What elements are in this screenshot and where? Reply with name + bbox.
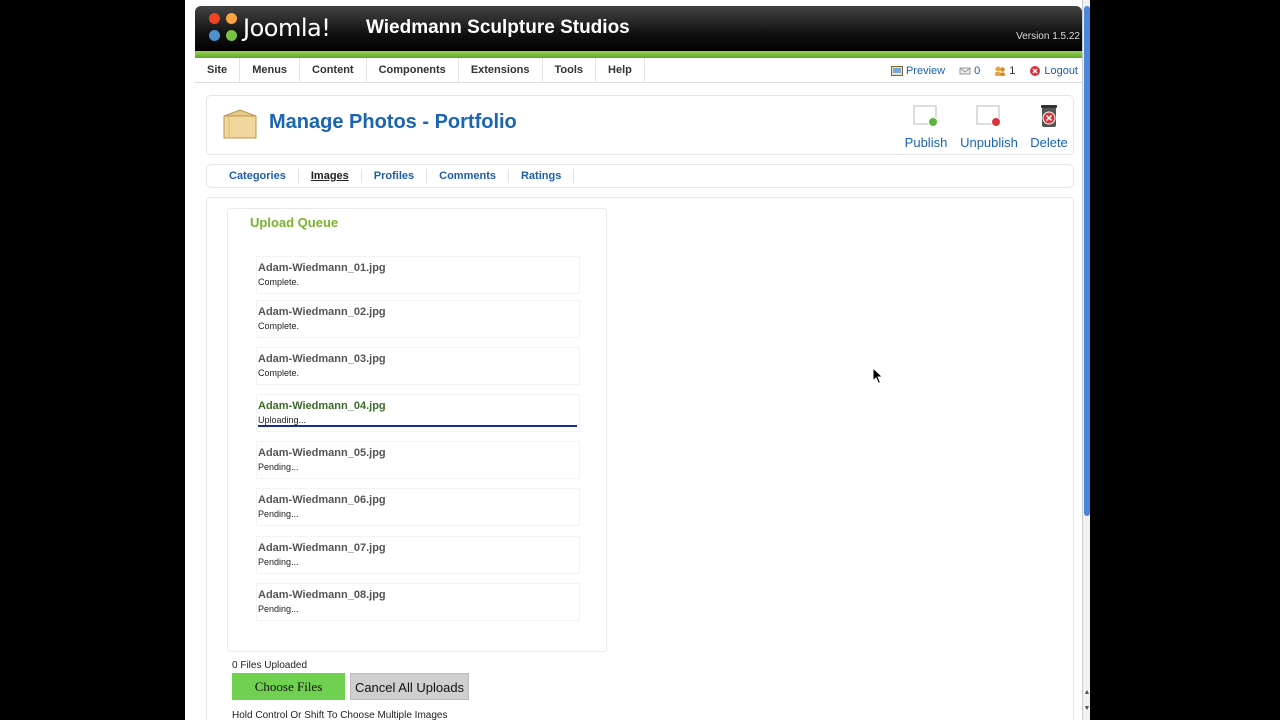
menu-item-components[interactable]: Components (367, 58, 459, 83)
preview-icon (890, 65, 903, 76)
choose-files-button[interactable]: Choose Files (232, 673, 345, 700)
tab-comments[interactable]: Comments (427, 169, 509, 183)
vertical-scrollbar[interactable]: ▲ ▼ (1082, 0, 1090, 720)
mouse-cursor-icon (872, 367, 884, 385)
tab-profiles[interactable]: Profiles (362, 169, 428, 183)
upload-queue: Upload Queue Adam-Wiedmann_01.jpg Complet… (227, 208, 607, 652)
menu-item-content[interactable]: Content (300, 58, 367, 83)
menu-item-help[interactable]: Help (596, 58, 645, 83)
queue-item: Adam-Wiedmann_02.jpg Complete. (256, 300, 580, 338)
queue-item: Adam-Wiedmann_08.jpg Pending... (256, 583, 580, 621)
queue-item: Adam-Wiedmann_05.jpg Pending... (256, 441, 580, 479)
queue-item-status: Complete. (258, 321, 300, 331)
cancel-all-uploads-button[interactable]: Cancel All Uploads (350, 673, 469, 700)
tab-images[interactable]: Images (299, 169, 362, 183)
queue-item: Adam-Wiedmann_07.jpg Pending... (256, 536, 580, 574)
tab-categories[interactable]: Categories (217, 169, 299, 183)
upload-panel: Upload Queue Adam-Wiedmann_01.jpg Complet… (206, 197, 1074, 720)
tab-ratings[interactable]: Ratings (509, 169, 575, 183)
menu-item-site[interactable]: Site (195, 58, 241, 83)
media-box-icon (223, 109, 257, 139)
preview-link[interactable]: Preview (890, 65, 945, 77)
queue-item: Adam-Wiedmann_03.jpg Complete. (256, 347, 580, 385)
queue-item-status: Pending... (258, 604, 299, 614)
toolbar-box: Manage Photos - Portfolio Publish Unpubl… (206, 95, 1074, 155)
queue-item: Adam-Wiedmann_06.jpg Pending... (256, 488, 580, 526)
page-title: Manage Photos - Portfolio (269, 111, 517, 133)
queue-item-filename: Adam-Wiedmann_07.jpg (258, 542, 386, 554)
queue-item-status: Uploading... (258, 415, 307, 425)
queue-item-status: Complete. (258, 368, 300, 378)
joomla-logo: Joomla! (209, 12, 331, 44)
menu-item-extensions[interactable]: Extensions (459, 58, 543, 83)
letterbox-right (1090, 0, 1280, 720)
users-icon (995, 66, 1006, 76)
joomla-logo-text: Joomla! (243, 14, 331, 42)
trash-icon (1041, 105, 1057, 127)
admin-menu-bar: Site Menus Content Components Extensions Tool… (195, 58, 1082, 83)
delete-button[interactable]: Delete (1020, 104, 1078, 150)
publish-button[interactable]: Publish (896, 104, 956, 150)
queue-item-status: Pending... (258, 509, 299, 519)
queue-item-status: Pending... (258, 557, 299, 567)
queue-item: Adam-Wiedmann_04.jpg Uploading... (256, 394, 580, 432)
menu-item-menus[interactable]: Menus (240, 58, 301, 83)
queue-item-filename: Adam-Wiedmann_05.jpg (258, 447, 386, 459)
submenu-tabs: Categories Images Profiles Comments Ratings (206, 164, 1074, 188)
site-name: Wiedmann Sculpture Studios (366, 17, 630, 38)
files-uploaded-count: 0 Files Uploaded (232, 660, 308, 671)
logout-link[interactable]: Logout (1029, 65, 1078, 77)
menu-item-tools[interactable]: Tools (543, 58, 597, 83)
queue-item-filename: Adam-Wiedmann_02.jpg (258, 306, 386, 318)
logout-icon (1030, 65, 1041, 76)
upload-queue-title: Upload Queue (250, 215, 339, 230)
queue-item-filename: Adam-Wiedmann_03.jpg (258, 353, 386, 365)
version-label: Version 1.5.22 (1016, 31, 1080, 42)
browser-viewport: Joomla! Wiedmann Sculpture Studios Versi… (185, 0, 1082, 720)
queue-item-filename: Adam-Wiedmann_01.jpg (258, 262, 386, 274)
queue-item-status: Complete. (258, 277, 300, 287)
status-area: Preview 0 1 Logout (890, 58, 1078, 83)
queue-item-filename: Adam-Wiedmann_04.jpg (258, 400, 386, 412)
header-green-bar (195, 51, 1082, 58)
queue-item: Adam-Wiedmann_01.jpg Complete. (256, 256, 580, 294)
unpublish-icon (976, 105, 1001, 127)
multi-select-hint: Hold Control Or Shift To Choose Multiple… (232, 710, 448, 720)
main-menu: Site Menus Content Components Extensions Tool… (195, 58, 645, 83)
messages-link[interactable]: 0 (959, 65, 980, 77)
upload-progress-bar (258, 425, 577, 427)
queue-item-filename: Adam-Wiedmann_06.jpg (258, 494, 386, 506)
publish-icon (913, 105, 938, 127)
messages-icon (959, 67, 971, 74)
queue-item-status: Pending... (258, 462, 299, 472)
joomla-logo-icon (209, 13, 239, 43)
online-users-link[interactable]: 1 (994, 65, 1015, 77)
unpublish-button[interactable]: Unpublish (959, 104, 1019, 150)
admin-header: Joomla! Wiedmann Sculpture Studios Versi… (195, 6, 1082, 52)
queue-item-filename: Adam-Wiedmann_08.jpg (258, 589, 386, 601)
